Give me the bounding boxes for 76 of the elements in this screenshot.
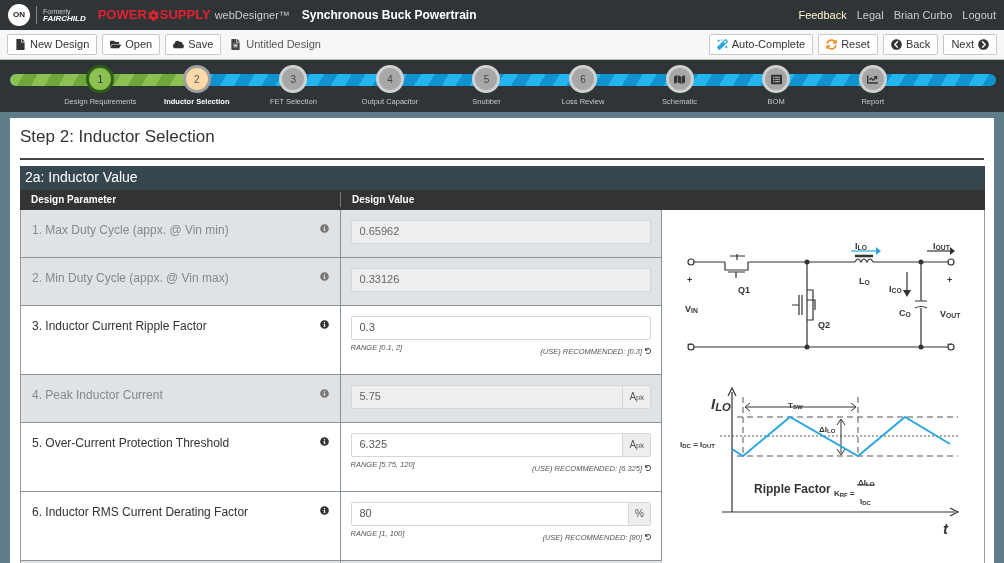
column-header: Design Value xyxy=(340,192,415,207)
diagram-label: t xyxy=(943,519,948,537)
unit-label: % xyxy=(628,502,650,525)
diagram-label: I$_{OUT}$ xyxy=(933,240,950,251)
diagram-label: ΔI$_{LO}$ xyxy=(858,477,875,487)
diagram-label: I$_{DC}$ xyxy=(860,496,871,506)
brand-text: POWER xyxy=(97,6,147,25)
toolbar-button[interactable]: Reset xyxy=(818,34,878,55)
refresh-icon xyxy=(826,39,838,50)
cloud-icon xyxy=(173,39,185,50)
folder-icon xyxy=(110,39,122,50)
parameter-label: 4. Peak Inductor Current xyxy=(32,386,163,404)
undo-icon xyxy=(645,348,651,355)
document-name: Untitled Design xyxy=(246,37,321,53)
column-header: Design Parameter xyxy=(30,193,118,207)
info-icon xyxy=(319,271,329,281)
parameter-label: 1. Max Duty Cycle (appx. @ Vin min) xyxy=(32,221,229,239)
next-icon xyxy=(978,39,989,50)
header-link[interactable]: Feedback xyxy=(798,6,847,24)
diagram-label: V$_{OUT}$ xyxy=(940,308,961,319)
parameter-label: 5. Over-Current Protection Threshold xyxy=(32,434,230,452)
product-name: webDesigner™ xyxy=(214,7,290,23)
document-icon xyxy=(230,39,242,50)
toolbar-button[interactable]: Back xyxy=(882,34,939,55)
toolbar-button[interactable]: Next xyxy=(943,34,997,55)
undo-icon xyxy=(645,465,651,472)
info-icon xyxy=(319,223,329,233)
diagram-label: − xyxy=(687,338,693,349)
chart-icon xyxy=(867,73,879,85)
diagram-label: I$_{LO}$ xyxy=(855,240,867,251)
page-title: Step 2: Inductor Selection xyxy=(20,124,984,160)
list-icon xyxy=(770,73,782,85)
map-icon xyxy=(674,73,686,85)
brand-text: SUPPLY xyxy=(159,6,211,25)
wand-icon xyxy=(716,39,728,50)
diagram-label: I$_{LO}$ xyxy=(711,394,731,412)
toolbar-button[interactable]: Save xyxy=(165,34,222,55)
diagram-label: + xyxy=(947,274,953,285)
unit-label: A$_{pk}$ xyxy=(622,385,650,408)
diagram-label: V$_{IN}$ xyxy=(685,303,698,314)
back-icon xyxy=(890,39,902,50)
diagram-label: L$_{O}$ xyxy=(859,275,870,286)
diagram-label: Ripple Factor xyxy=(754,481,831,496)
diagram-label: I$_{DC}$ = I$_{OUT}$ xyxy=(680,439,715,449)
info-icon xyxy=(319,388,329,398)
logo-mark: ON xyxy=(8,4,30,26)
diagram-label: Q2 xyxy=(818,319,830,330)
header-link[interactable]: Brian Curbo xyxy=(893,6,953,24)
parameter-label: 3. Inductor Current Ripple Factor xyxy=(32,317,207,335)
info-icon xyxy=(319,436,329,446)
parameter-label: 6. Inductor RMS Current Derating Factor xyxy=(32,503,249,521)
diagram-label: Q1 xyxy=(738,284,750,295)
diagram-label: ΔI$_{LO}$ xyxy=(819,424,836,434)
value-field[interactable]: 6.325 A$_{pk}$ xyxy=(350,432,651,457)
file-icon xyxy=(15,39,26,50)
unit-label: A$_{pk}$ xyxy=(622,433,650,456)
gear-icon xyxy=(147,9,159,21)
diagram-label: T$_{SW}$ xyxy=(788,400,803,410)
app-title: Synchronous Buck Powertrain xyxy=(301,7,477,24)
toolbar-button[interactable]: Open xyxy=(102,34,161,55)
value-field[interactable]: 0.3 xyxy=(350,315,651,340)
toolbar-button[interactable]: New Design xyxy=(7,34,98,55)
diagram-label: C$_{O}$ xyxy=(899,307,911,318)
toolbar-button[interactable]: Auto-Complete xyxy=(708,34,814,55)
header-link[interactable]: Legal xyxy=(856,6,884,24)
value-field[interactable]: 80 % xyxy=(350,501,651,526)
diagram-label: I$_{CO}$ xyxy=(889,283,902,294)
diagram-label: + xyxy=(687,274,693,285)
info-icon xyxy=(319,505,329,515)
header-link[interactable]: Logout xyxy=(962,6,996,24)
diagram-label: − xyxy=(947,338,953,349)
diagram-label: K$_{RF}$ = xyxy=(834,488,855,498)
info-icon xyxy=(319,319,329,329)
undo-icon xyxy=(645,534,651,541)
parameter-label: 2. Min Duty Cycle (appx. @ Vin max) xyxy=(32,269,229,287)
section-title: 2a: Inductor Value xyxy=(20,165,985,190)
